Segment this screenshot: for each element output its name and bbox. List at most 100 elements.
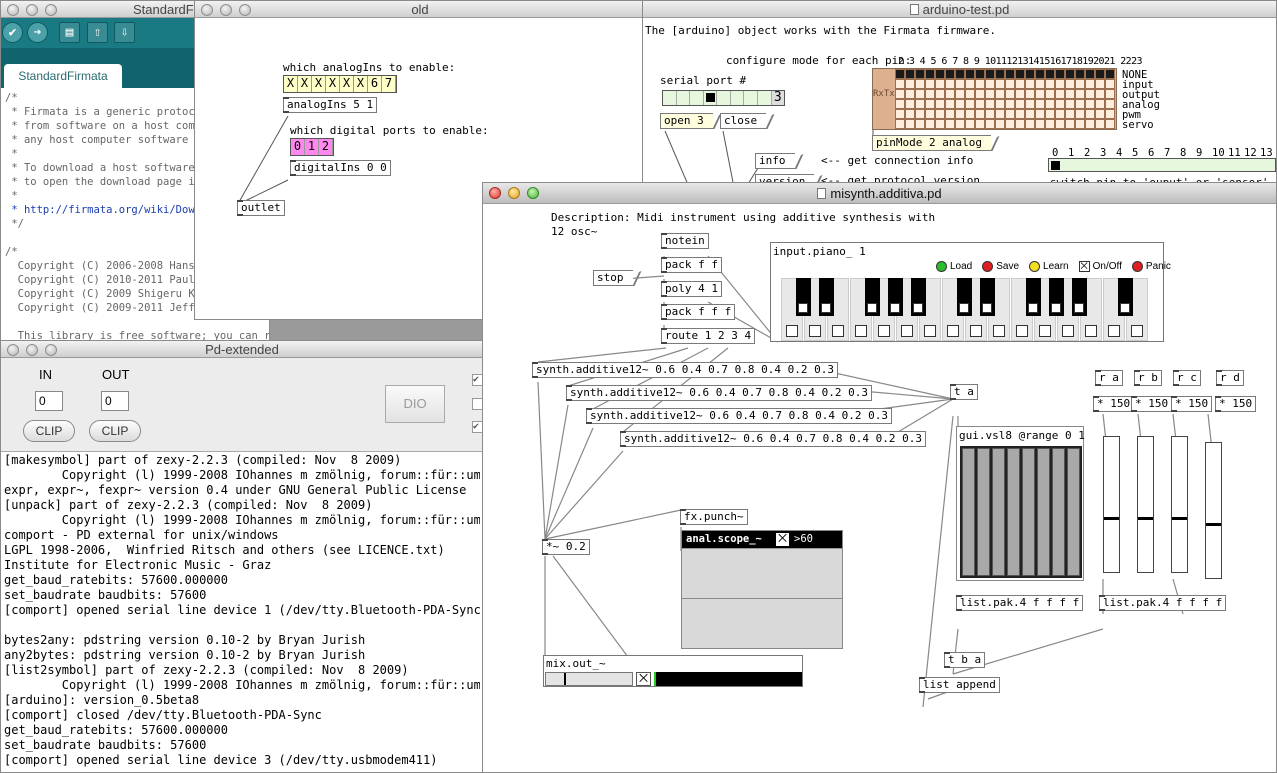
in-clip-button[interactable]: CLIP [23,420,75,442]
out-level-field[interactable]: 0 [101,391,129,411]
pin-cell[interactable] [985,119,995,129]
verify-icon[interactable]: ✔ [2,22,23,43]
notein-object[interactable]: notein [661,233,709,249]
pin-cell[interactable] [1095,99,1105,109]
list-pak-object-2[interactable]: list.pak.4 f f f f [1099,595,1227,611]
open-icon[interactable]: ⇧ [87,22,108,43]
pin-cell[interactable] [945,69,955,79]
synth-object-1[interactable]: synth.additive12~ 0.6 0.4 0.7 0.8 0.4 0.… [532,362,839,378]
analog-toggle-cell[interactable]: X [312,76,326,92]
pin-cell[interactable] [1085,99,1095,109]
pin-cell[interactable] [1025,69,1035,79]
pin-cell[interactable] [1085,89,1095,99]
pin-cell[interactable] [1095,119,1105,129]
piano-black-key[interactable] [1026,278,1041,316]
analog-toggle-cell[interactable]: X [298,76,312,92]
dio-button[interactable]: DIO [385,385,445,423]
zoom-icon[interactable] [239,4,251,16]
pin-cell[interactable] [905,89,915,99]
vsl8-slider[interactable] [962,448,975,576]
pack3-object[interactable]: pack f f f [661,304,736,320]
close-icon[interactable] [489,187,501,199]
pin-cell[interactable] [925,119,935,129]
pin-cell[interactable] [985,89,995,99]
pin-cell[interactable] [895,119,905,129]
vsl8-slider[interactable] [1037,448,1050,576]
pin-cell[interactable] [1055,99,1065,109]
key-button[interactable] [1016,325,1028,337]
stop-message[interactable]: stop [593,270,633,286]
piano-black-key[interactable] [1118,278,1133,316]
new-icon[interactable]: ▤ [59,22,80,43]
pin-cell[interactable] [955,89,965,99]
analog-toggle-cell[interactable]: X [326,76,340,92]
pin-cell[interactable] [915,89,925,99]
vsl8-slider[interactable] [1022,448,1035,576]
pin-cell[interactable] [1005,69,1015,79]
pin-cell[interactable] [925,89,935,99]
key-button[interactable] [798,303,808,313]
pin-cell[interactable] [995,119,1005,129]
pin-cell[interactable] [985,99,995,109]
pin-cell[interactable] [895,89,905,99]
pin-cell[interactable] [985,109,995,119]
pin-cell[interactable] [1085,69,1095,79]
upload-icon[interactable]: ➔ [27,22,48,43]
pin-cell[interactable] [955,79,965,89]
pin-cell[interactable] [1095,79,1105,89]
key-button[interactable] [1051,303,1061,313]
open-message[interactable]: open 3 [660,113,713,129]
pin-cell[interactable] [1055,89,1065,99]
multiply-0.2-object[interactable]: *~ 0.2 [542,539,590,555]
pin-cell[interactable] [915,109,925,119]
pin-cell[interactable] [1105,89,1115,99]
pin-cell[interactable] [925,79,935,89]
pin-cell[interactable] [1065,89,1075,99]
pin-cell[interactable] [895,109,905,119]
multiply-object[interactable]: * 150 [1215,396,1257,412]
piano-control-save[interactable]: Save [982,261,1019,272]
pin-grid[interactable] [895,69,1115,129]
key-button[interactable] [1028,303,1038,313]
pin-cell[interactable] [975,89,985,99]
pin-cell[interactable] [1015,99,1025,109]
outlet-object[interactable]: outlet [237,200,285,216]
pin-cell[interactable] [1035,89,1045,99]
vsl8-slider[interactable] [1052,448,1065,576]
multiply-object[interactable]: * 150 [1093,396,1135,412]
pin-cell[interactable] [1005,99,1015,109]
minimize-icon[interactable] [26,344,38,356]
pin-cell[interactable] [1025,99,1035,109]
list-append-object[interactable]: list append [919,677,1000,693]
pin-cell[interactable] [945,79,955,89]
pin-cell[interactable] [945,119,955,129]
pin-cell[interactable] [1075,119,1085,129]
pin-cell[interactable] [975,109,985,119]
in-level-field[interactable]: 0 [35,391,63,411]
key-button[interactable] [867,303,877,313]
minimize-icon[interactable] [220,4,232,16]
synth-object-3[interactable]: synth.additive12~ 0.6 0.4 0.7 0.8 0.4 0.… [586,408,893,424]
serial-port-radio[interactable]: 3 [662,90,785,106]
pin-cell[interactable] [895,79,905,89]
receive-object[interactable]: r a [1095,370,1123,386]
pin-cell[interactable] [1075,79,1085,89]
piano-black-key[interactable] [980,278,995,316]
pin-cell[interactable] [945,99,955,109]
piano-black-key[interactable] [1072,278,1087,316]
pin-cell[interactable] [1015,89,1025,99]
key-button[interactable] [970,325,982,337]
key-button[interactable] [786,325,798,337]
arduino-test-title-bar[interactable]: arduino-test.pd [643,1,1276,18]
pin-cell[interactable] [955,99,965,109]
close-icon[interactable] [7,4,19,16]
key-button[interactable] [1062,325,1074,337]
piano-black-key[interactable] [865,278,880,316]
pin-cell[interactable] [1055,109,1065,119]
key-button[interactable] [1074,303,1084,313]
close-icon[interactable] [7,344,19,356]
pin-cell[interactable] [915,79,925,89]
key-button[interactable] [947,325,959,337]
piano-black-key[interactable] [911,278,926,316]
pin-cell[interactable] [1045,69,1055,79]
